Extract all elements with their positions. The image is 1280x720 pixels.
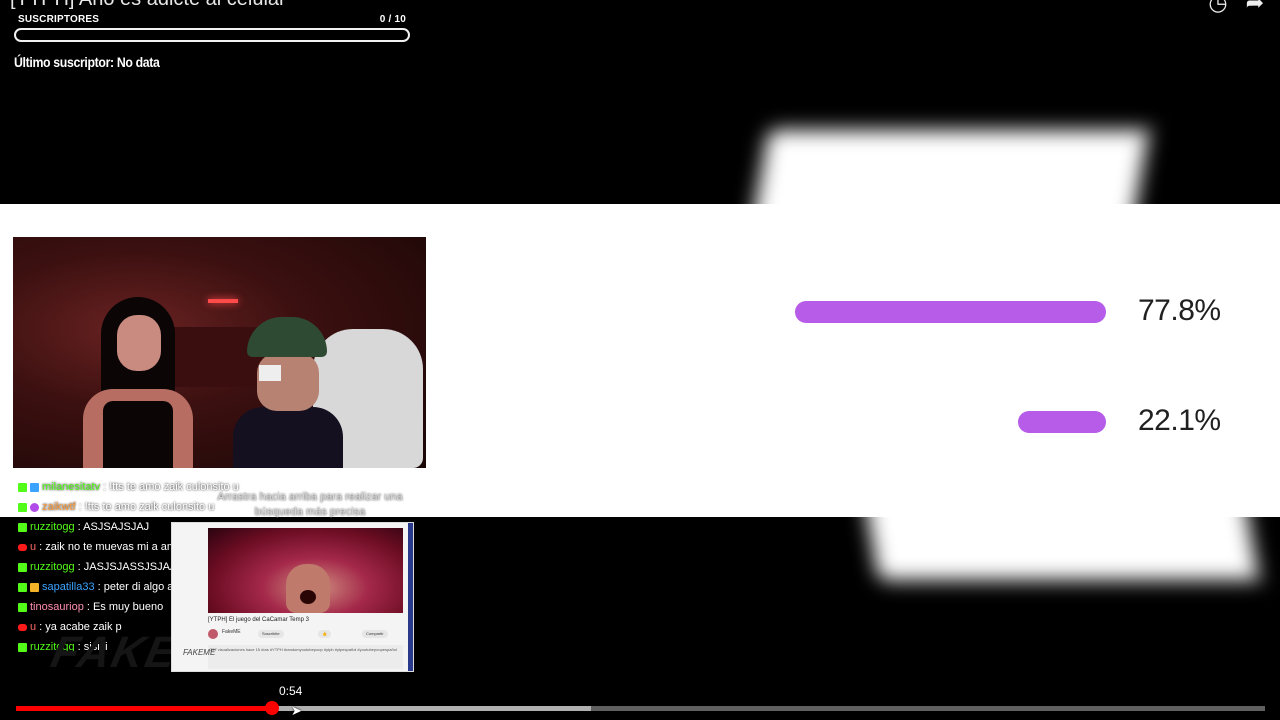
mouse-cursor-icon: ➤ <box>291 703 302 718</box>
webcam-feed <box>13 237 426 468</box>
chat-text: : Es muy bueno <box>86 601 164 613</box>
streamer-person <box>83 297 193 468</box>
poll-bar <box>794 301 1106 323</box>
chat-username: zaikwtf <box>42 501 76 513</box>
streamer-person <box>233 317 343 468</box>
preview-share-button[interactable]: Compartir <box>362 630 388 638</box>
subscriber-goal-widget: SUSCRIPTORES 0 / 10 Último suscriptor: N… <box>14 14 410 70</box>
youtube-badge-icon <box>18 623 27 631</box>
time-tooltip: 0:54 <box>279 684 303 698</box>
video-player[interactable]: [YTPH] Año es adicte al celular ◷ ➦ SUSC… <box>0 0 1280 720</box>
preview-video-frame <box>208 528 403 613</box>
chat-username: sapatilla33 <box>42 581 95 593</box>
subscriber-goal-count: 0 / 10 <box>379 14 406 25</box>
kick-badge-icon <box>18 482 27 492</box>
chat-username: milanesitatv <box>42 481 101 493</box>
kick-badge-icon <box>18 642 27 652</box>
chat-text: : ASJSAJSJAJ <box>77 521 150 533</box>
kick-badge-icon <box>18 602 27 612</box>
clock-icon[interactable]: ◷ <box>1208 0 1227 16</box>
progress-scrubber-handle[interactable] <box>265 701 280 715</box>
preview-channel: FakeME <box>222 629 241 635</box>
preview-title: [YTPH] El juego del CaCamar Temp 3 <box>208 617 309 623</box>
kick-badge-icon <box>18 582 27 592</box>
subscriber-goal-bar <box>14 28 410 42</box>
poll-bar <box>1017 411 1106 433</box>
video-title: [YTPH] Año es adicte al celular <box>10 0 286 11</box>
preview-like-button[interactable]: 👍 <box>318 630 331 638</box>
subscriber-goal-label: SUSCRIPTORES <box>18 14 100 25</box>
last-subscriber: Último suscriptor: No data <box>14 54 160 70</box>
chat-text: : !tts te amo zaik culonsito u <box>78 501 215 513</box>
preview-description: 397 visualizaciones hace 15 días #YTPH #… <box>208 645 403 669</box>
kick-badge-icon <box>18 522 27 532</box>
search-hint: Arrastra hacia arriba para realizar una … <box>217 491 403 518</box>
progress-played <box>16 706 273 711</box>
kick-badge-icon <box>18 502 27 512</box>
poll-percent: 22.1% <box>1138 404 1221 437</box>
share-icon[interactable]: ➦ <box>1246 0 1264 16</box>
kick-badge-icon <box>18 562 27 572</box>
subscriber-goal-header: SUSCRIPTORES 0 / 10 <box>14 14 410 25</box>
youtube-badge-icon <box>18 543 27 551</box>
crown-badge-icon <box>30 582 39 592</box>
channel-avatar <box>208 629 218 639</box>
neon-light <box>208 299 238 303</box>
chat-username: ruzzitogg <box>30 561 75 573</box>
chat-username: tinosauriop <box>30 601 84 613</box>
poll-percent: 77.8% <box>1138 294 1221 327</box>
preview-watermark: FAKEME <box>183 648 216 657</box>
sub-badge-icon <box>30 502 39 512</box>
preview-subscribe-button[interactable]: Suscribite <box>258 630 284 638</box>
progress-bar[interactable] <box>16 701 1265 715</box>
verified-badge-icon <box>30 482 39 492</box>
chat-username: u <box>30 621 37 633</box>
chat-username: ruzzitogg <box>30 521 75 533</box>
chat-username: u <box>30 541 37 553</box>
top-controls: ◷ ➦ <box>1208 0 1264 16</box>
